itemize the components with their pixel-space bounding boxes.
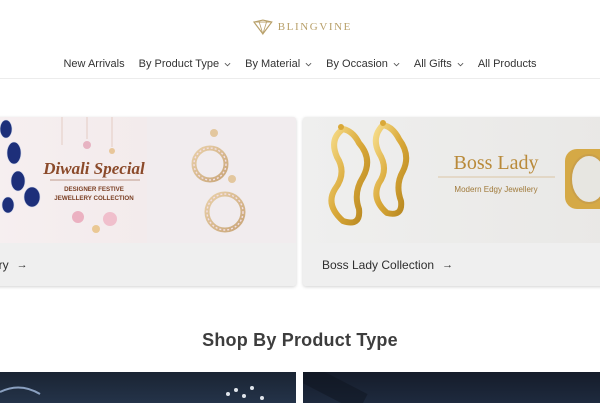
brand-logo[interactable]: BLINGVINE: [252, 14, 352, 40]
nav-label: By Material: [245, 58, 301, 70]
arrow-right-icon: →: [16, 258, 28, 271]
nav-label: By Product Type: [138, 58, 220, 70]
main-nav: New Arrivals By Product Type By Material…: [0, 54, 600, 74]
collection-card-title: Boss Lady Collection: [322, 257, 435, 272]
nav-label: By Occasion: [326, 58, 388, 70]
boss-lady-banner-subtitle: Modern Edgy Jewellery: [454, 185, 537, 194]
nav-label: All Products: [477, 58, 537, 70]
nav-item-all-products[interactable]: All Products: [471, 54, 544, 74]
collection-card-caption[interactable]: Boss Lady Collection →: [303, 243, 600, 286]
boss-lady-banner-image: Boss Lady Modern Edgy Jewellery: [303, 117, 600, 243]
collection-card-caption[interactable]: ery →: [0, 243, 296, 286]
site-header: BLINGVINE New Arrivals By Product Type B…: [0, 0, 600, 79]
nav-item-by-occasion[interactable]: By Occasion: [319, 54, 407, 74]
collection-carousel: Diwali Special DESIGNER FESTIVE JEWELLER…: [0, 117, 600, 287]
nav-label: All Gifts: [413, 58, 452, 70]
chevron-down-icon: [305, 62, 312, 66]
nav-item-by-product-type[interactable]: By Product Type: [132, 54, 239, 74]
nav-item-new-arrivals[interactable]: New Arrivals: [56, 54, 131, 74]
boss-lady-banner-title: Boss Lady: [454, 152, 539, 174]
product-type-image: [0, 386, 264, 400]
nav-item-by-material[interactable]: By Material: [238, 54, 319, 74]
product-type-image: [303, 372, 368, 403]
chevron-down-icon: [393, 62, 400, 66]
product-type-tile[interactable]: [303, 372, 600, 403]
arrow-right-icon: →: [442, 258, 454, 271]
collection-card-title: ery: [0, 257, 9, 272]
product-type-tile[interactable]: [0, 372, 296, 403]
chevron-down-icon: [224, 62, 231, 66]
collection-card-diwali[interactable]: Diwali Special DESIGNER FESTIVE JEWELLER…: [0, 117, 296, 286]
diwali-banner-line1: DESIGNER FESTIVE: [64, 186, 124, 193]
chevron-down-icon: [457, 62, 464, 66]
collection-card-boss-lady[interactable]: Boss Lady Modern Edgy Jewellery Boss Lad…: [303, 117, 600, 286]
product-type-grid: [0, 372, 600, 403]
nav-item-all-gifts[interactable]: All Gifts: [407, 54, 471, 74]
nav-label: New Arrivals: [63, 58, 125, 70]
diwali-banner-title: Diwali Special: [42, 159, 145, 178]
section-title: Shop By Product Type: [202, 330, 398, 350]
diwali-banner-image: Diwali Special DESIGNER FESTIVE JEWELLER…: [0, 117, 296, 243]
diwali-banner-line2: JEWELLERY COLLECTION: [54, 195, 134, 202]
brand-name: BLINGVINE: [277, 21, 352, 33]
diamond-logo-icon: [252, 19, 273, 36]
